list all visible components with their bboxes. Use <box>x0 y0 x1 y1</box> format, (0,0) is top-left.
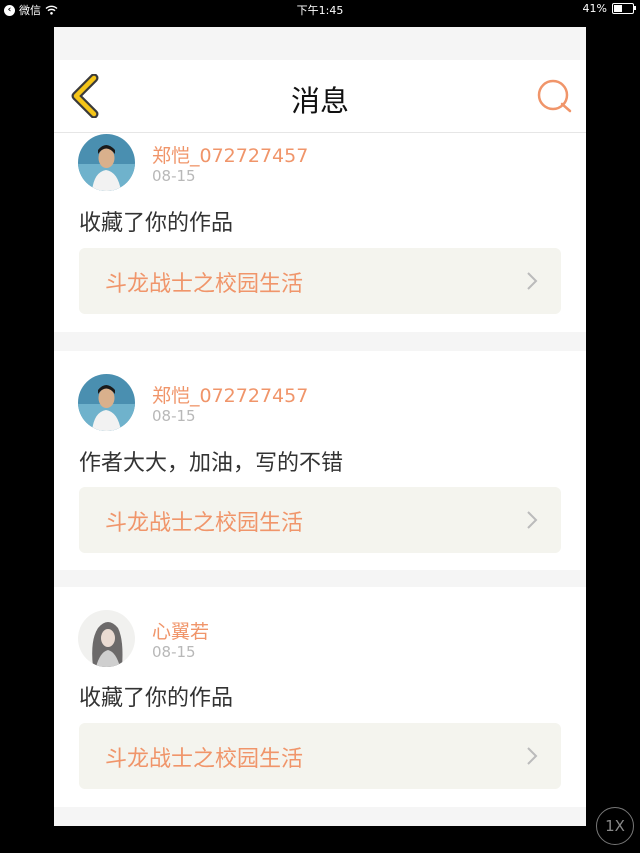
message-text: 作者大大，加油，写的不错 <box>79 451 344 476</box>
status-time: 下午1:45 <box>296 4 344 17</box>
message-text: 收藏了你的作品 <box>79 211 234 236</box>
app-screen: 消息 郑恺_072727457 08-15 收藏了你的作品 斗龙战士之校园生活 <box>54 27 586 826</box>
work-title: 斗龙战士之校园生活 <box>105 272 304 297</box>
work-link[interactable]: 斗龙战士之校园生活 <box>79 248 561 314</box>
message-text: 收藏了你的作品 <box>79 686 234 711</box>
nav-bar: 消息 <box>54 60 586 133</box>
battery-percent: 41% <box>582 2 607 15</box>
status-bar: ‹ 微信 下午1:45 41% <box>0 0 640 18</box>
message-card: 郑恺_072727457 08-15 作者大大，加油，写的不错 斗龙战士之校园生… <box>54 351 586 570</box>
zoom-button[interactable]: 1X <box>596 807 634 845</box>
message-list: 郑恺_072727457 08-15 收藏了你的作品 斗龙战士之校园生活 郑恺_… <box>54 133 586 807</box>
work-title: 斗龙战士之校园生活 <box>105 511 304 536</box>
chevron-right-icon <box>527 272 538 290</box>
chevron-right-icon <box>527 511 538 529</box>
avatar[interactable] <box>78 134 135 191</box>
avatar[interactable] <box>78 610 135 667</box>
chevron-right-icon <box>527 747 538 765</box>
work-link[interactable]: 斗龙战士之校园生活 <box>79 487 561 553</box>
username[interactable]: 郑恺_072727457 <box>152 381 308 408</box>
search-icon[interactable] <box>536 78 572 114</box>
message-date: 08-15 <box>152 407 196 425</box>
avatar[interactable] <box>78 374 135 431</box>
work-link[interactable]: 斗龙战士之校园生活 <box>79 723 561 789</box>
page-title: 消息 <box>290 84 349 118</box>
message-date: 08-15 <box>152 643 196 661</box>
message-date: 08-15 <box>152 167 196 185</box>
battery-level <box>614 5 623 12</box>
username[interactable]: 郑恺_072727457 <box>152 141 308 168</box>
message-card: 心翼若 08-15 收藏了你的作品 斗龙战士之校园生活 <box>54 587 586 807</box>
work-title: 斗龙战士之校园生活 <box>105 747 304 772</box>
username[interactable]: 心翼若 <box>152 617 209 644</box>
battery-icon <box>612 3 636 14</box>
message-card: 郑恺_072727457 08-15 收藏了你的作品 斗龙战士之校园生活 <box>54 133 586 332</box>
